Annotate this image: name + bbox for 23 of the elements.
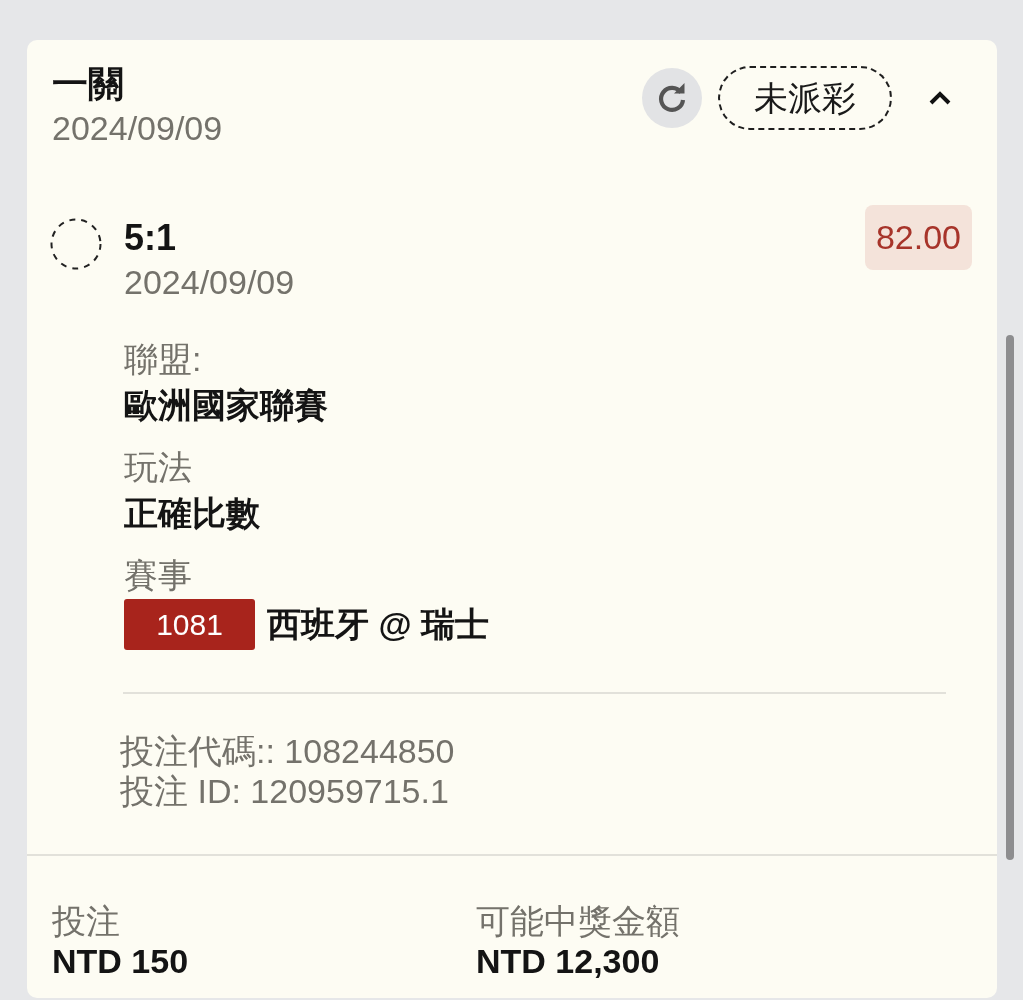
- dashed-circle-icon: [50, 218, 102, 270]
- detail-label: 玩法: [124, 447, 193, 488]
- detail-label: 聯盟:: [124, 339, 203, 380]
- summary-label: 可能中獎金額: [476, 901, 681, 941]
- summary-amount: NTD 150: [52, 941, 190, 981]
- detail-value: 歐洲國家聯賽: [124, 385, 329, 426]
- bet-code-line: 投注 ID: 120959715.1: [120, 771, 450, 811]
- bet-date: 2024/09/09: [52, 108, 223, 149]
- scrollbar-thumb[interactable]: [1006, 335, 1014, 860]
- detail-value: 正確比數: [124, 493, 261, 534]
- match-teams: 西班牙 @ 瑞士: [267, 603, 490, 645]
- bet-type-title: 一關: [52, 62, 125, 106]
- summary-amount: NTD 12,300: [476, 941, 661, 981]
- summary-label: 投注: [52, 901, 121, 941]
- score-pick: 5:1: [124, 216, 178, 260]
- match-number-badge: 1081: [124, 599, 255, 650]
- odds-badge: 82.00: [864, 205, 972, 270]
- detail-label: 賽事: [124, 555, 193, 596]
- bet-code-line: 投注代碼:: 108244850: [120, 731, 456, 771]
- chevron-up-icon[interactable]: [928, 90, 952, 106]
- payout-status-pill: 未派彩: [718, 66, 892, 130]
- selection-date: 2024/09/09: [124, 262, 296, 303]
- refresh-button[interactable]: [642, 68, 702, 128]
